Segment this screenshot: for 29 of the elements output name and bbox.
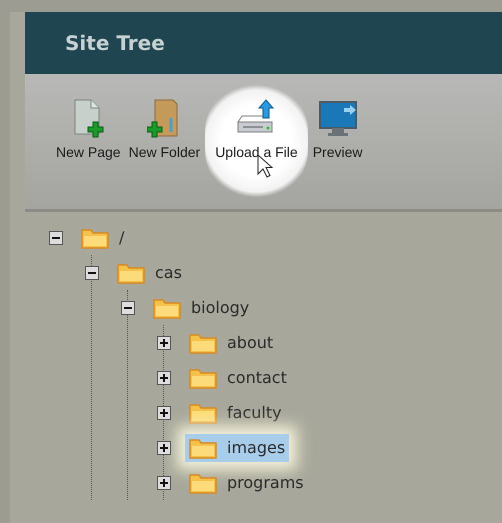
folder-icon — [189, 402, 217, 424]
collapse-icon[interactable] — [85, 266, 99, 280]
folder-icon — [117, 262, 145, 284]
tree-item[interactable]: programs — [185, 468, 308, 496]
folder-icon — [153, 296, 181, 318]
toolbar-button[interactable]: Upload a File — [205, 82, 308, 200]
folder-icon — [189, 332, 217, 354]
expand-icon[interactable] — [157, 370, 171, 384]
tree-item[interactable]: biology — [149, 294, 254, 322]
tree-item[interactable]: faculty — [185, 398, 286, 426]
tree-item[interactable]: images — [185, 434, 290, 462]
folder-icon — [189, 436, 217, 458]
folder-icon — [81, 226, 109, 248]
folder-icon — [189, 472, 217, 494]
expand-icon[interactable] — [157, 406, 171, 420]
collapse-icon[interactable] — [121, 300, 135, 314]
collapse-icon[interactable] — [49, 230, 63, 244]
toolbar-button[interactable]: Preview — [310, 92, 366, 166]
expand-icon[interactable] — [157, 440, 171, 454]
tree-item[interactable]: about — [185, 328, 278, 356]
panel-title: Site Tree — [65, 31, 165, 55]
tree-item[interactable]: / — [77, 224, 128, 252]
expand-icon[interactable] — [157, 476, 171, 490]
folder-icon — [189, 366, 217, 388]
toolbar-button[interactable]: New Page — [53, 92, 124, 166]
expand-icon[interactable] — [157, 336, 171, 350]
tree-item[interactable]: cas — [113, 258, 186, 286]
toolbar-button[interactable]: New Folder — [126, 92, 204, 166]
tree-item[interactable]: contact — [185, 364, 291, 392]
